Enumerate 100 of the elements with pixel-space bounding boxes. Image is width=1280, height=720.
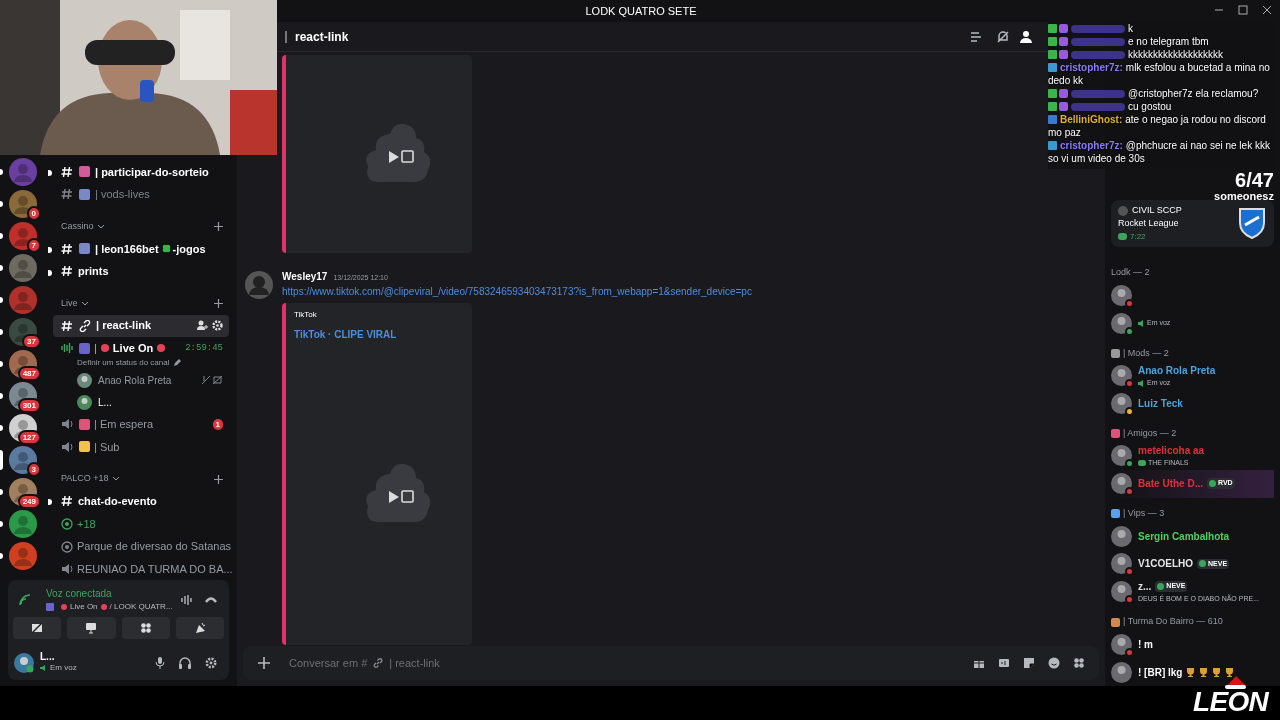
gif-icon[interactable] (998, 657, 1010, 669)
soundboard-button[interactable] (175, 617, 224, 639)
members-icon[interactable] (1020, 29, 1035, 44)
member-name: metelicoha aa (1138, 444, 1205, 459)
user-name: CIVIL SCCP (1132, 203, 1182, 217)
category-label[interactable]: Cassino (61, 219, 94, 234)
chevron-icon (111, 476, 120, 483)
user-name: Anao Rola Preta (98, 373, 172, 388)
member-item[interactable]: Luiz Teck (1111, 389, 1274, 418)
channel-item[interactable]: | vods-lives (53, 183, 229, 206)
trophy-icon (1199, 667, 1209, 677)
user-avatar (1111, 284, 1132, 306)
channel-status[interactable]: Definir um status do canal (77, 357, 170, 370)
channel-name-suffix: -jogos (172, 241, 206, 257)
plus-icon[interactable] (214, 299, 223, 309)
server-name: / LOOK QUATR... (109, 601, 173, 613)
chat-message: e no telegram tbm (1048, 35, 1276, 48)
camera-off-button[interactable] (13, 617, 62, 639)
embed-title-link[interactable]: TikTok · CLIPE VIRAL (294, 327, 464, 342)
emoji-icon (79, 418, 90, 430)
channel-item[interactable]: | Em espera 1 (53, 413, 229, 436)
channel-item[interactable]: | react-link (53, 314, 229, 337)
user-avatar (1111, 633, 1132, 655)
channel-item[interactable]: | participar-do-sorteio (53, 161, 229, 183)
speaker-icon (61, 440, 73, 453)
gamepad-icon (1118, 233, 1127, 241)
speaker-icon (61, 563, 73, 576)
avatar (77, 372, 92, 388)
separator-text: | (94, 341, 97, 357)
screen-share-button[interactable] (67, 617, 116, 639)
game-name: Rocket League (1118, 217, 1180, 231)
speaker-icon (61, 418, 73, 431)
sticker-icon[interactable] (1023, 657, 1035, 669)
headphones-icon[interactable] (179, 656, 191, 669)
chevron-icon (80, 300, 89, 307)
tag-icon (1199, 560, 1206, 568)
plus-icon[interactable] (214, 474, 223, 484)
emoji-icon[interactable] (1048, 657, 1060, 669)
category-label[interactable]: PALCO +18 (61, 472, 109, 486)
channel-item[interactable]: +18 (53, 513, 229, 535)
settings-icon[interactable] (212, 320, 223, 332)
apps-icon[interactable] (1073, 657, 1085, 669)
hang-up-icon[interactable] (205, 595, 217, 604)
channel-name: Parque de diversao do Satanas (77, 539, 232, 555)
microphone-icon[interactable] (155, 656, 165, 669)
chat-message: BelliniGhost: ate o negao ja rodou no discord mo paz (1048, 113, 1267, 139)
channel-item[interactable]: | Sub (53, 436, 229, 458)
plus-icon[interactable] (214, 222, 223, 232)
input-channel-placeholder: | react-link (389, 655, 440, 671)
sound-wave-icon[interactable] (181, 593, 193, 606)
maximize-icon[interactable] (1238, 5, 1248, 16)
settings-icon[interactable] (205, 656, 217, 669)
voice-channel-name[interactable]: Live On (70, 601, 98, 613)
group-icon (1111, 429, 1120, 439)
close-icon[interactable] (1262, 5, 1272, 16)
user-avatar (1111, 661, 1132, 683)
category-label[interactable]: Live (61, 296, 78, 311)
author-name[interactable]: Wesley17 (282, 269, 328, 284)
member-item[interactable]: ! [BR] lkg (1111, 658, 1274, 686)
emoji-icon (79, 342, 90, 354)
invite-icon[interactable] (197, 320, 208, 332)
user-avatar (1111, 581, 1132, 603)
user-avatar[interactable] (14, 652, 34, 673)
unread-indicator (48, 499, 52, 506)
emoji-icon (79, 243, 90, 255)
voice-user[interactable]: Anao Rola Preta (53, 370, 229, 391)
pencil-icon[interactable] (172, 359, 181, 368)
group-icon (1111, 617, 1120, 627)
voice-user[interactable]: L... (53, 391, 229, 413)
user-avatar (1111, 312, 1132, 334)
channel-item[interactable]: chat-do-evento (53, 490, 229, 513)
play-time: 7:22 (1130, 230, 1146, 243)
chat-badge-icon (1048, 141, 1057, 150)
channel-item[interactable]: | leon166bet -jogos (53, 237, 229, 260)
member-item[interactable]: ! m (1111, 630, 1274, 659)
channel-name: | participar-do-sorteio (95, 164, 209, 180)
user-name: L... (98, 395, 112, 410)
chat-badge-icon (1048, 63, 1057, 72)
chat-message: k (1048, 22, 1276, 35)
stream-logo: LEON (1193, 686, 1268, 717)
channel-name: +18 (77, 516, 96, 532)
threads-icon[interactable] (969, 29, 983, 44)
apps-button[interactable] (121, 617, 170, 639)
notification-off-icon[interactable] (996, 29, 1010, 44)
unread-badge: 37 (22, 334, 41, 349)
channel-item[interactable]: Parque de diversao do Satanas (53, 535, 229, 558)
member-name: Sergin Cambalhota (1138, 529, 1230, 544)
channel-item[interactable]: prints (53, 260, 229, 283)
channel-item[interactable]: | Live On 2:59:45 (53, 337, 229, 360)
avatar (77, 394, 92, 410)
member-item[interactable]: Sergin Cambalhota (1111, 522, 1274, 551)
chat-message: cristopher7z: mlk esfolou a bucetad a mina no dedo kk (1048, 61, 1271, 87)
member-name: Anao Rola Preta (1138, 363, 1216, 378)
activity-card[interactable]: CIVIL SCCP Rocket League 7:22 (1111, 199, 1274, 247)
plus-icon[interactable] (257, 656, 271, 670)
unread-indicator (48, 170, 52, 176)
trophy-icon (1186, 667, 1196, 677)
stage-icon (61, 540, 73, 553)
message-link[interactable]: https://www.tiktok.com/@clipeviral_/video/7583246593403473173?is_from_webapp=1&sender_device=pc (282, 284, 752, 299)
group-header: | Turma Do Bairro — 610 (1123, 615, 1223, 629)
